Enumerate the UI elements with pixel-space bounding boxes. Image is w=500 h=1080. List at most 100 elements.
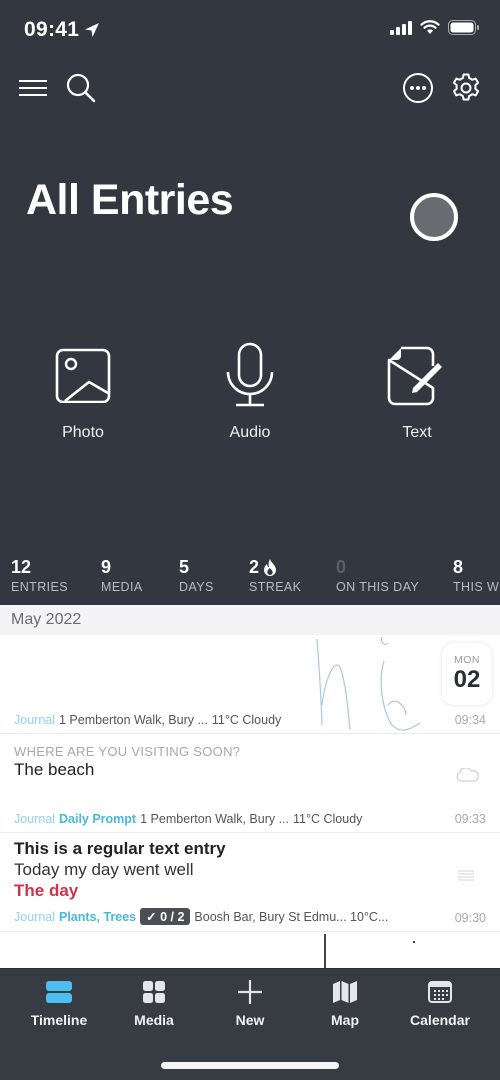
battery-icon [448,20,479,35]
stat-days[interactable]: 5 DAYS [179,556,214,595]
timeline-entry-text[interactable]: This is a regular text entry Today my da… [0,833,500,932]
entry-location: 1 Pemberton Walk, Bury ... [140,812,290,826]
entry-tags[interactable]: Plants, Trees [59,910,136,924]
stat-label: DAYS [179,580,214,594]
stat-value: 5 [179,556,190,577]
entry-time: 09:34 [454,713,486,727]
stat-value: 9 [101,556,112,577]
flame-icon [264,558,277,576]
text-lines-icon [458,870,474,881]
stat-label: MEDIA [101,580,143,594]
stat-value: 8 [453,556,464,577]
tab-timeline[interactable]: Timeline [14,977,104,1028]
stat-label: ON THIS DAY [336,580,420,594]
tab-label: Calendar [410,1012,470,1028]
status-icons [390,20,480,35]
toolbar [0,66,500,110]
stat-value: 2 [249,556,260,577]
stats-bar[interactable]: 12 ENTRIES 9 MEDIA 5 DAYS 2 STREAK 0 ON … [0,556,500,604]
timeline-entry-drawing[interactable]: MON 02 Journal 1 Pemberton Walk, Bury ..… [0,635,500,734]
microphone-icon [226,342,274,407]
tab-label: Map [331,1012,359,1028]
hamburger-menu-icon [19,80,47,96]
entry-body: Today my day went well [14,860,194,879]
text-label: Text [402,424,432,441]
entry-meta: Journal 1 Pemberton Walk, Bury ... 11°C … [14,713,281,727]
entry-meta: Journal Plants, Trees ✓ 0 / 2 Boosh Bar,… [14,908,388,925]
entry-meta: Journal Daily Prompt 1 Pemberton Walk, B… [14,812,362,826]
entry-highlight: The day [14,881,79,900]
photo-icon [55,348,111,403]
tab-new[interactable]: New [205,977,295,1028]
timeline-entry-prompt[interactable]: WHERE ARE YOU VISITING SOON? The beach J… [0,734,500,833]
tab-label: Timeline [30,1012,88,1028]
plus-icon [238,980,262,1004]
stat-media[interactable]: 9 MEDIA [101,556,143,595]
stat-value: 12 [11,556,32,577]
drawing-stroke [324,934,326,968]
audio-label: Audio [229,424,271,441]
drawing-dot [413,941,415,943]
search-button[interactable] [61,66,101,110]
search-icon [66,73,96,103]
date-weekday: MON [454,654,480,666]
settings-button[interactable] [446,66,486,110]
new-audio-button[interactable]: Audio [190,340,310,442]
ellipsis-circle-icon [403,73,433,103]
stat-label: THIS WEEK [453,580,500,594]
cellular-signal-icon [390,20,412,35]
grid-icon [143,981,165,1003]
cloud-icon [456,768,479,782]
tab-map[interactable]: Map [300,977,390,1028]
new-text-button[interactable]: Text [357,340,477,442]
date-badge: MON 02 [442,643,492,705]
tab-label: Media [134,1012,174,1028]
prompt-question: WHERE ARE YOU VISITING SOON? [14,744,241,759]
stat-entries[interactable]: 12 ENTRIES [11,556,68,595]
tab-calendar[interactable]: Calendar [395,977,485,1028]
todo-badge: ✓ 0 / 2 [140,908,191,925]
journal-tag[interactable]: Journal [14,713,55,727]
entry-location: Boosh Bar, Bury St Edmu... 10°C... [194,909,389,924]
tab-label: New [235,1012,265,1028]
menu-button[interactable] [13,66,53,110]
tab-media[interactable]: Media [109,977,199,1028]
screen: 09:41 All Entries Photo Audio Text 12 EN… [0,0,500,1080]
stat-streak[interactable]: 2 STREAK [249,556,302,595]
photo-label: Photo [62,424,104,441]
stat-label: ENTRIES [11,580,68,594]
timeline-entry-partial[interactable] [0,932,500,968]
avatar[interactable] [410,193,458,241]
prompt-answer: The beach [14,760,95,779]
journal-tag[interactable]: Journal [14,910,55,924]
document-edit-icon [387,346,442,406]
entry-time: 09:30 [454,911,486,925]
entry-time: 09:33 [454,812,486,826]
timeline-icon [46,981,72,1003]
entry-tags[interactable]: Daily Prompt [59,812,136,826]
more-options-button[interactable] [398,66,438,110]
clock: 09:41 [24,18,80,41]
date-day: 02 [453,666,481,693]
quick-actions: Photo Audio Text [0,340,500,450]
stat-on-this-day[interactable]: 0 ON THIS DAY [336,556,420,595]
stat-value: 0 [336,556,347,577]
location-arrow-icon [85,23,100,37]
map-icon [333,981,357,1003]
page-title: All Entries [26,176,234,224]
month-header: May 2022 [0,605,500,635]
home-indicator[interactable] [161,1062,339,1069]
status-time: 09:41 [24,18,101,42]
status-bar: 09:41 [0,0,500,60]
wifi-icon [420,20,440,34]
gear-icon [452,73,480,101]
stat-label: STREAK [249,580,302,594]
entry-weather: 11°C Cloudy [211,713,282,727]
stat-this-week[interactable]: 8 THIS WEEK [453,556,500,595]
calendar-icon [428,981,452,1003]
new-photo-button[interactable]: Photo [23,340,143,442]
timeline-list[interactable]: May 2022 MON 02 Journal 1 Pemberton Walk… [0,605,500,968]
entry-weather: 11°C Cloudy [293,812,363,826]
entry-title: This is a regular text entry [14,839,226,858]
journal-tag[interactable]: Journal [14,812,55,826]
